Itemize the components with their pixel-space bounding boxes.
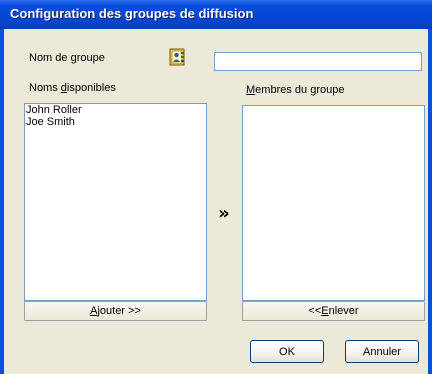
window-title: Configuration des groupes de diffusion: [10, 6, 254, 21]
list-item[interactable]: Joe Smith: [25, 116, 206, 128]
ok-button[interactable]: OK: [250, 340, 324, 363]
remove-button-label: nlever: [328, 305, 359, 317]
remove-button-mnemonic: E: [321, 305, 329, 317]
group-name-label-post: roupe: [76, 52, 105, 64]
transfer-arrow-icon: »: [218, 202, 230, 224]
address-book-icon[interactable]: [168, 48, 186, 66]
list-item[interactable]: John Roller: [25, 104, 206, 116]
title-bar: Configuration des groupes de diffusion: [0, 0, 432, 29]
window-border-left: [0, 29, 4, 374]
remove-button[interactable]: << Enlever: [242, 301, 425, 321]
add-button[interactable]: Ajouter >>: [24, 301, 207, 321]
group-members-label-post: embres du groupe: [255, 84, 345, 96]
window-border-right: [428, 29, 432, 374]
available-names-list[interactable]: John Roller Joe Smith: [24, 103, 207, 301]
available-names-label: Noms disponibles: [29, 82, 116, 94]
add-button-label: jouter >>: [97, 305, 141, 317]
group-name-label-pre: Nom de: [29, 52, 71, 64]
available-names-label-post: isponibles: [66, 82, 116, 94]
group-members-label-mnemonic: M: [246, 84, 256, 96]
group-members-label: Membres du groupe: [246, 84, 344, 96]
group-members-list[interactable]: [242, 105, 425, 301]
available-names-label-pre: Noms: [29, 82, 61, 94]
group-name-input[interactable]: [214, 52, 422, 71]
cancel-button[interactable]: Annuler: [345, 340, 419, 363]
remove-button-prefix: <<: [308, 305, 322, 317]
group-name-label: Nom de groupe: [29, 52, 105, 64]
